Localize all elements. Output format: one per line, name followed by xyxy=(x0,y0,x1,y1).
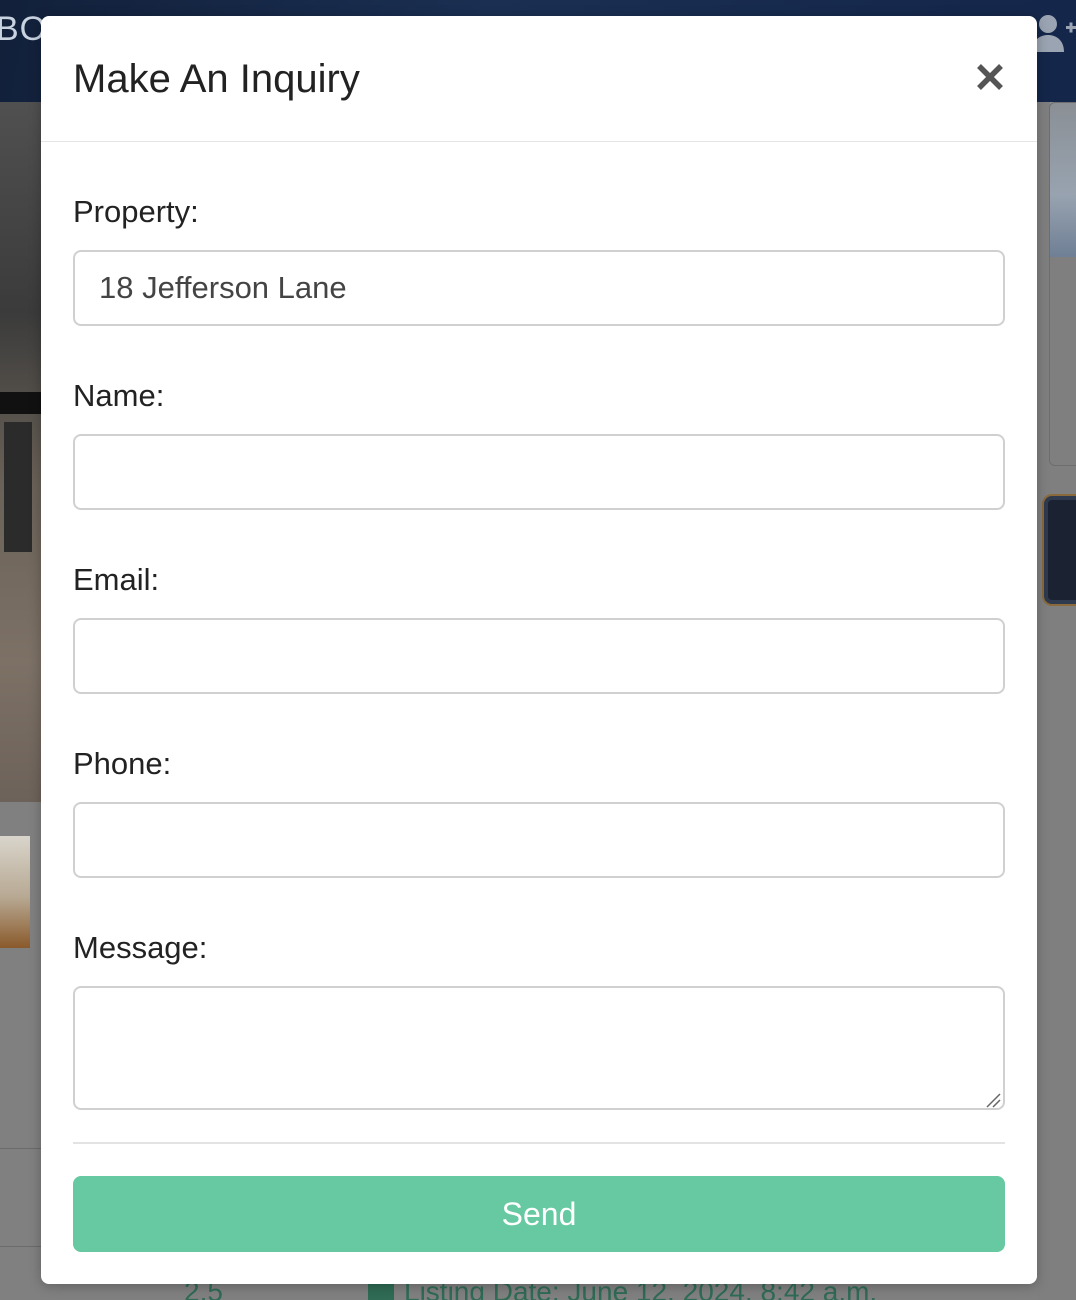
property-photo xyxy=(0,102,41,802)
send-button[interactable]: Send xyxy=(73,1176,1005,1252)
property-input[interactable] xyxy=(73,250,1005,326)
name-input[interactable] xyxy=(73,434,1005,510)
divider xyxy=(0,1148,41,1149)
modal-header: Make An Inquiry xyxy=(41,16,1037,142)
email-input[interactable] xyxy=(73,618,1005,694)
close-button[interactable] xyxy=(969,56,1011,98)
email-label: Email: xyxy=(73,562,160,597)
phone-label: Phone: xyxy=(73,746,172,781)
modal-title: Make An Inquiry xyxy=(73,57,360,101)
inquiry-modal: Make An Inquiry Property: Name: Email: P… xyxy=(41,16,1037,1284)
sidebar-card xyxy=(1049,102,1076,466)
message-label: Message: xyxy=(73,930,208,965)
divider xyxy=(0,1246,41,1247)
property-label: Property: xyxy=(73,194,199,229)
name-label: Name: xyxy=(73,378,165,413)
sidebar-button xyxy=(1044,496,1076,604)
property-thumbnail xyxy=(0,836,30,948)
modal-footer-divider xyxy=(73,1142,1005,1144)
resize-handle-icon[interactable] xyxy=(985,1092,1001,1108)
message-textarea[interactable] xyxy=(73,986,1005,1110)
phone-input[interactable] xyxy=(73,802,1005,878)
close-icon xyxy=(977,64,1003,90)
